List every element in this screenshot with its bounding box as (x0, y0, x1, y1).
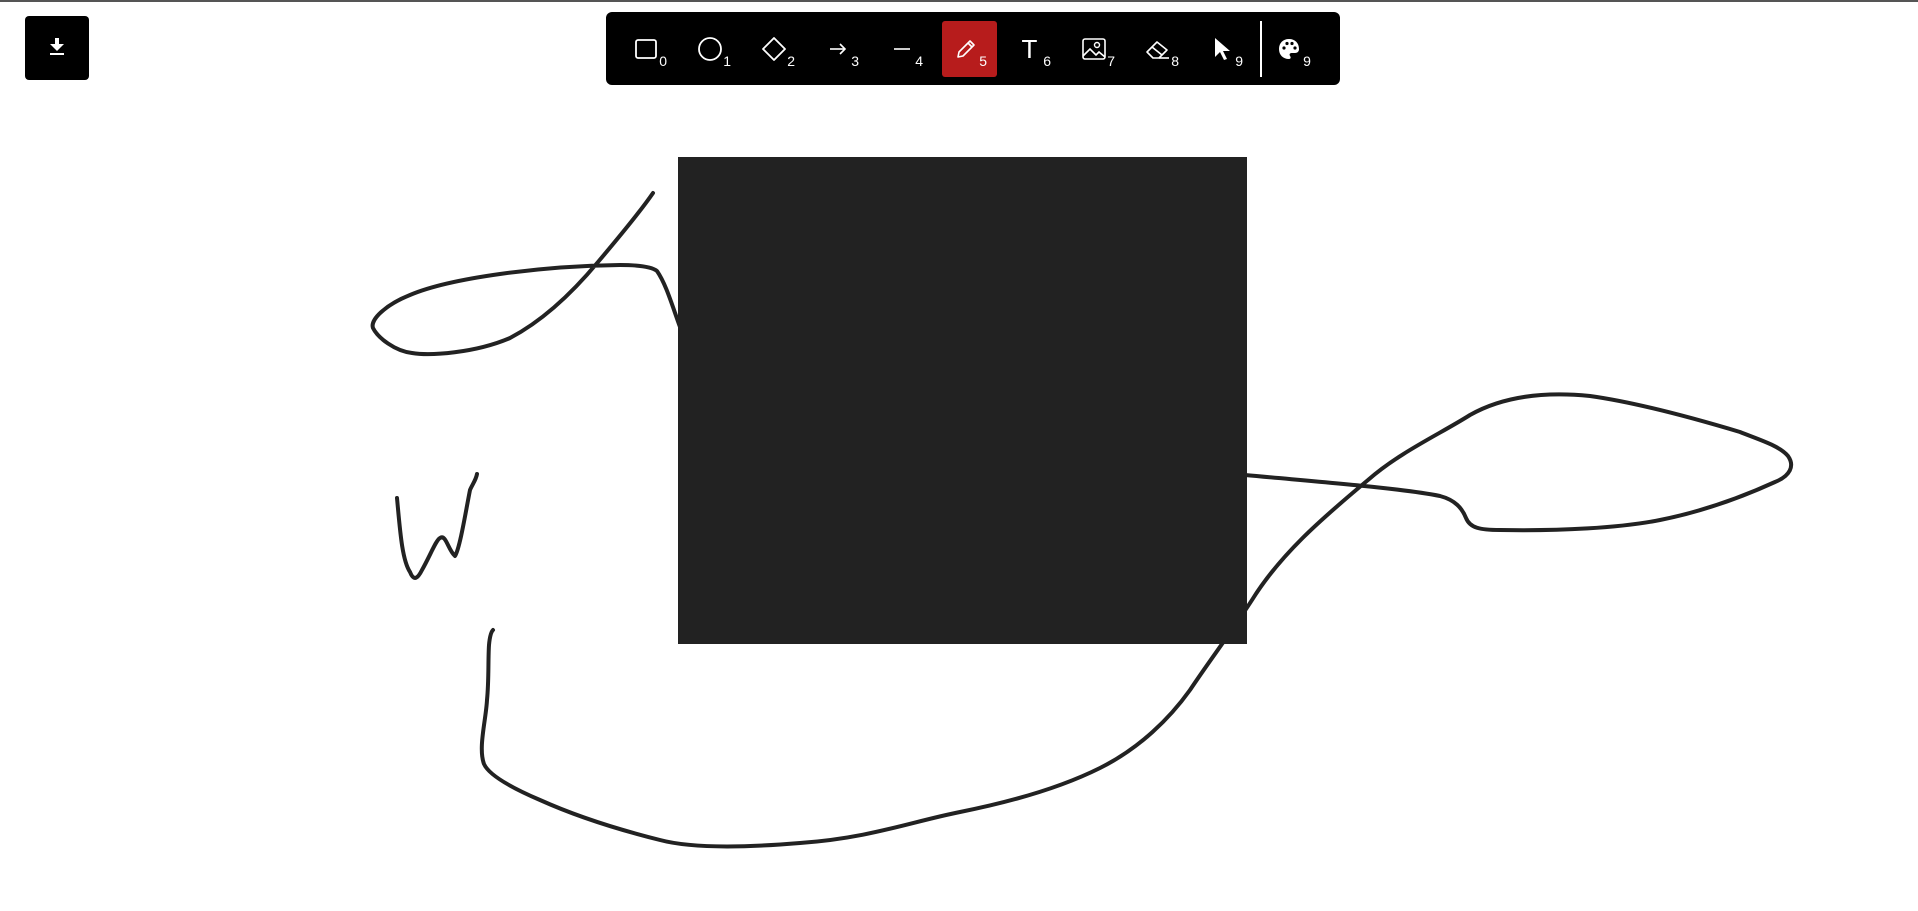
toolbar: 0 1 2 3 4 5 T 6 7 8 9 9 (606, 12, 1340, 85)
text-icon: T (1021, 33, 1038, 64)
ellipse-icon (696, 35, 724, 63)
cursor-icon (1208, 35, 1236, 63)
tool-shortcut: 4 (915, 52, 923, 69)
arrow-icon (824, 35, 852, 63)
palette-icon (1275, 35, 1303, 63)
tool-shortcut: 9 (1303, 52, 1311, 69)
tool-pencil[interactable]: 5 (942, 20, 997, 77)
rectangle-icon (632, 35, 660, 63)
pencil-icon (952, 35, 980, 63)
tool-line[interactable]: 4 (878, 21, 933, 77)
tool-text[interactable]: T 6 (1006, 21, 1061, 77)
tool-shortcut: 1 (723, 52, 731, 69)
tool-select[interactable]: 9 (1198, 21, 1253, 77)
tool-rectangle[interactable]: 0 (622, 21, 677, 77)
tool-diamond[interactable]: 2 (750, 21, 805, 77)
tool-shortcut: 6 (1043, 52, 1051, 69)
freehand-stroke-loop[interactable] (370, 191, 682, 357)
tool-ellipse[interactable]: 1 (686, 21, 741, 77)
tool-eraser[interactable]: 8 (1134, 21, 1189, 77)
tool-shortcut: 0 (659, 52, 667, 69)
toolbar-divider (1260, 20, 1262, 77)
download-button[interactable] (25, 16, 89, 80)
drawing-canvas[interactable] (0, 0, 1918, 911)
filled-rectangle-shape[interactable] (678, 157, 1247, 644)
download-icon (46, 35, 68, 61)
tool-image[interactable]: 7 (1070, 21, 1125, 77)
image-icon (1080, 35, 1108, 63)
eraser-icon (1144, 35, 1172, 63)
diamond-icon (760, 35, 788, 63)
tool-color-palette[interactable]: 9 (1266, 21, 1321, 77)
whiteboard-app: 0 1 2 3 4 5 T 6 7 8 9 9 (0, 0, 1918, 911)
freehand-stroke-w[interactable] (395, 472, 479, 580)
tool-arrow[interactable]: 3 (814, 21, 869, 77)
tool-shortcut: 3 (851, 52, 859, 69)
tool-shortcut: 5 (979, 52, 987, 69)
tool-shortcut: 9 (1235, 52, 1243, 69)
tool-shortcut: 7 (1107, 52, 1115, 69)
line-icon (888, 35, 916, 63)
tool-shortcut: 2 (787, 52, 795, 69)
tool-shortcut: 8 (1171, 52, 1179, 69)
